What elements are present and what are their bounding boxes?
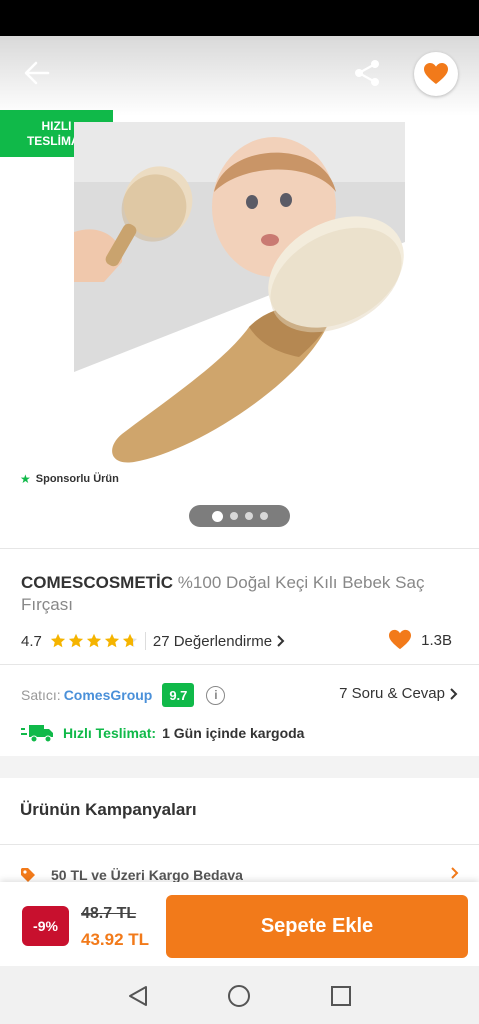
- delivery-text: 1 Gün içinde kargoda: [162, 725, 305, 741]
- truck-icon: [21, 725, 53, 743]
- seller-score-badge: 9.7: [162, 683, 195, 707]
- star-icon: ★: [20, 472, 31, 486]
- product-image[interactable]: [74, 122, 405, 467]
- chevron-right-icon: [450, 687, 458, 700]
- rating-row: 4.7 27 Değerlendirme 1.3B: [21, 629, 461, 653]
- new-price: 43.92 TL: [81, 930, 150, 949]
- sponsored-label: ★ Sponsorlu Ürün: [20, 472, 119, 486]
- seller-name-link[interactable]: ComesGroup: [64, 687, 153, 703]
- reviews-label: 27 Değerlendirme: [152, 632, 273, 650]
- product-title: COMESCOSMETİC %100 Doğal Keçi Kılı Bebek…: [21, 572, 461, 616]
- campaign-label: 50 TL ve Üzeri Kargo Bedava: [51, 867, 243, 883]
- product-brand: COMESCOSMETİC: [21, 573, 174, 592]
- star-icon: [86, 633, 101, 648]
- section-gap: [0, 756, 479, 778]
- chevron-right-icon: [277, 635, 285, 647]
- add-to-cart-button[interactable]: Sepete Ekle: [166, 895, 468, 958]
- info-icon[interactable]: i: [206, 685, 226, 705]
- seller-row: Satıcı: ComesGroup 9.7 i 7 Soru & Cevap: [21, 682, 461, 708]
- pager-dot[interactable]: [259, 512, 268, 520]
- status-bar: [0, 0, 479, 36]
- star-icon: [104, 633, 119, 648]
- system-nav-bar: [0, 966, 479, 1024]
- qa-label: 7 Soru & Cevap: [339, 685, 445, 702]
- product-gallery[interactable]: HIZLI TESLİMAT ★ Sponsorlu Ürün: [0, 36, 479, 548]
- discount-badge: -9%: [22, 906, 69, 946]
- rating-stars: [50, 633, 138, 649]
- delivery-label: Hızlı Teslimat:: [63, 725, 157, 741]
- share-icon[interactable]: [352, 58, 382, 88]
- image-pager[interactable]: [189, 505, 290, 527]
- favorite-button[interactable]: [414, 52, 458, 96]
- back-triangle-icon[interactable]: [126, 984, 150, 1008]
- reviews-link[interactable]: 27 Değerlendirme: [153, 633, 286, 650]
- likes-count: 1.3B: [421, 631, 452, 649]
- purchase-bar: -9% 48.7 TL 43.92 TL Sepete Ekle: [0, 882, 479, 966]
- seller-label: Satıcı:: [21, 687, 61, 703]
- delivery-row: Hızlı Teslimat: 1 Gün içinde kargoda: [21, 723, 304, 743]
- recents-square-icon[interactable]: [329, 984, 353, 1008]
- tag-icon: [21, 868, 35, 882]
- arrow-left-icon[interactable]: [20, 58, 54, 88]
- qa-link[interactable]: 7 Soru & Cevap: [339, 685, 459, 702]
- heart-icon: [389, 629, 412, 650]
- heart-icon: [424, 63, 448, 84]
- pager-dot[interactable]: [244, 512, 253, 520]
- header-shade: [0, 36, 479, 116]
- chevron-right-icon: [451, 867, 459, 879]
- rating-value: 4.7: [21, 632, 42, 650]
- old-price: 48.7 TL: [81, 905, 137, 922]
- star-icon: [122, 633, 137, 648]
- star-icon: [68, 633, 83, 648]
- divider: [0, 844, 479, 845]
- separator: [144, 632, 146, 650]
- sponsored-text: Sponsorlu Ürün: [35, 473, 119, 485]
- likes[interactable]: 1.3B: [388, 629, 452, 651]
- divider: [0, 548, 479, 549]
- campaigns-title: Ürünün Kampanyaları: [20, 800, 197, 819]
- star-icon: [50, 633, 65, 648]
- pager-dot-active[interactable]: [211, 510, 223, 522]
- divider: [0, 664, 479, 665]
- home-circle-icon[interactable]: [227, 984, 251, 1008]
- pager-dot[interactable]: [229, 512, 238, 520]
